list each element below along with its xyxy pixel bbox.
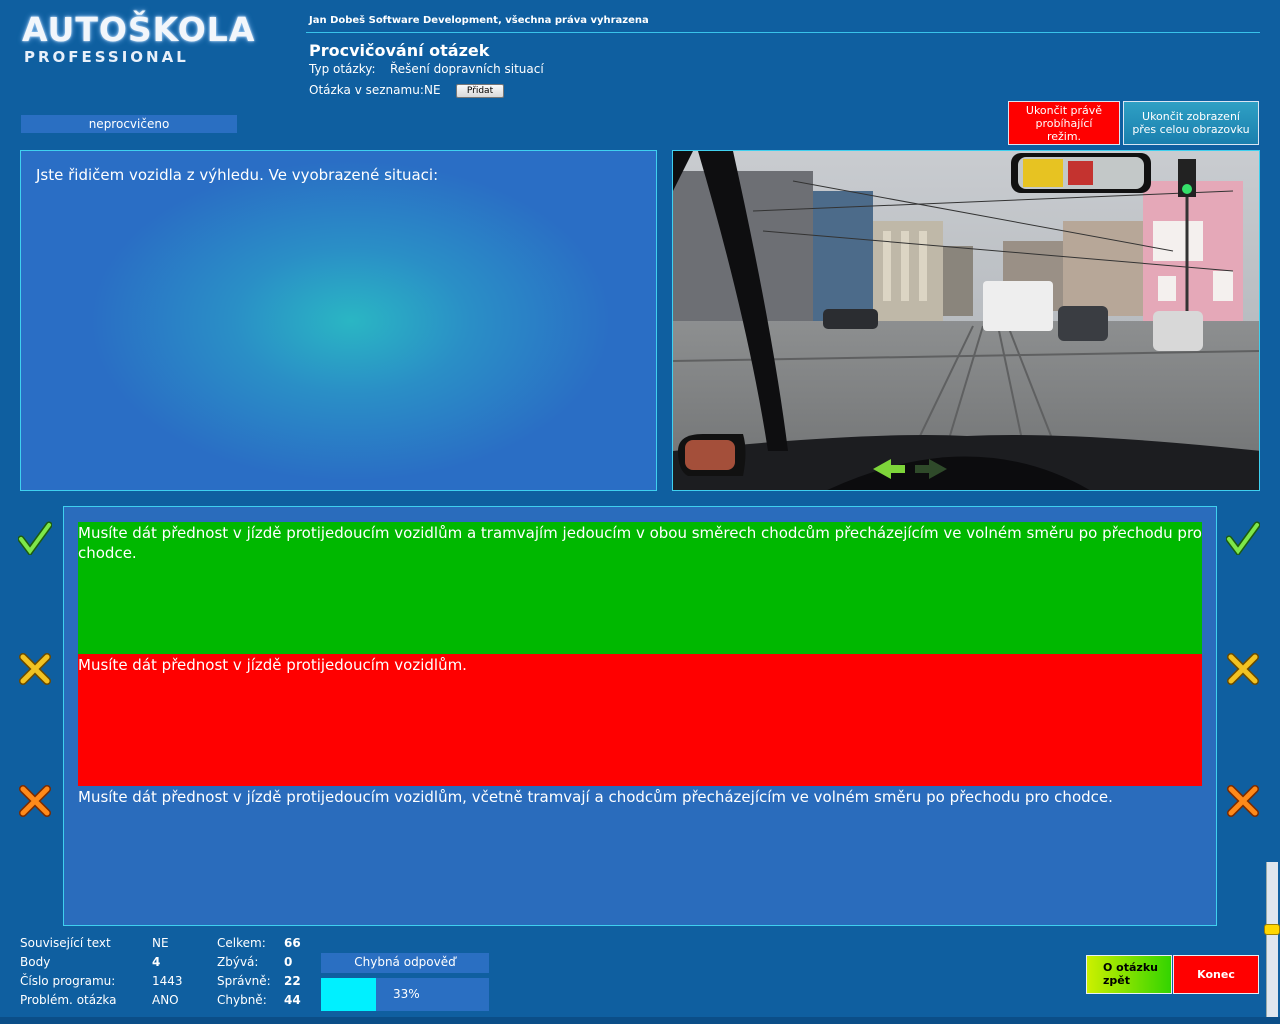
zoom-slider-track[interactable] <box>1266 862 1278 1024</box>
exit-fullscreen-label: Ukončit zobrazení přes celou obrazovku <box>1132 110 1250 136</box>
practice-status-badge: neprocvičeno <box>21 115 237 133</box>
header-divider <box>306 32 1260 33</box>
question-type-label: Typ otázky: <box>309 62 376 76</box>
answer-text: Musíte dát přednost v jízdě protijedoucí… <box>78 656 467 674</box>
total-value: 66 <box>284 936 301 950</box>
progress-fill <box>321 978 377 1011</box>
related-text-value: NE <box>152 936 169 950</box>
question-panel: Jste řidičem vozidla z výhledu. Ve vyobr… <box>20 150 657 491</box>
total-label: Celkem: <box>217 936 266 950</box>
street-scene-illustration <box>673 151 1259 490</box>
question-list-value: NE <box>424 83 441 97</box>
answer-text: Musíte dát přednost v jízdě protijedoucí… <box>78 524 1202 562</box>
check-icon <box>1226 521 1260 555</box>
correct-count-value: 22 <box>284 974 301 988</box>
situation-image <box>672 150 1260 491</box>
app-logo: AUTOŠKOLA <box>22 10 256 49</box>
end-button[interactable]: Konec <box>1173 955 1259 994</box>
bottom-strip <box>0 1017 1280 1024</box>
points-label: Body <box>20 955 51 969</box>
question-list-label: Otázka v seznamu: <box>309 83 424 97</box>
answer-text: Musíte dát přednost v jízdě protijedoucí… <box>78 788 1113 806</box>
answer-option-1[interactable]: Musíte dát přednost v jízdě protijedoucí… <box>78 522 1202 654</box>
add-to-list-button[interactable]: Přidat <box>456 84 504 98</box>
program-number-label: Číslo programu: <box>20 974 116 988</box>
points-value: 4 <box>152 955 161 969</box>
cross-orange-icon <box>1227 785 1259 817</box>
exit-fullscreen-button[interactable]: Ukončit zobrazení přes celou obrazovku <box>1123 101 1259 145</box>
page-title: Procvičování otázek <box>309 41 490 60</box>
cross-orange-icon <box>19 785 51 817</box>
question-text: Jste řidičem vozidla z výhledu. Ve vyobr… <box>36 166 439 184</box>
copyright-notice: Jan Dobeš Software Development, všechna … <box>309 15 649 26</box>
related-text-label: Související text <box>20 936 111 950</box>
zoom-slider-thumb[interactable] <box>1264 924 1280 935</box>
cross-yellow-icon <box>1227 653 1259 685</box>
previous-question-label: O otázku zpět <box>1103 961 1158 987</box>
answer-result-label: Chybná odpověď <box>321 953 489 973</box>
correct-count-label: Správně: <box>217 974 271 988</box>
question-type-value: Řešení dopravních situací <box>390 62 544 76</box>
answer-option-2[interactable]: Musíte dát přednost v jízdě protijedoucí… <box>78 654 1202 786</box>
answer-option-3[interactable]: Musíte dát přednost v jízdě protijedoucí… <box>78 786 1202 918</box>
wrong-count-label: Chybně: <box>217 993 267 1007</box>
check-icon <box>18 521 52 555</box>
remaining-value: 0 <box>284 955 293 969</box>
progress-text: 33% <box>393 987 420 1001</box>
success-progress-bar: 33% <box>321 978 489 1011</box>
remaining-label: Zbývá: <box>217 955 259 969</box>
end-mode-label: Ukončit právě probíhající režim. <box>1025 103 1103 143</box>
problem-question-value: ANO <box>152 993 179 1007</box>
problem-question-label: Problém. otázka <box>20 993 117 1007</box>
previous-question-button[interactable]: O otázku zpět <box>1086 955 1172 994</box>
program-number-value: 1443 <box>152 974 183 988</box>
app-logo-subtitle: PROFESSIONAL <box>24 48 189 66</box>
wrong-count-value: 44 <box>284 993 301 1007</box>
answers-panel: Musíte dát přednost v jízdě protijedoucí… <box>63 506 1217 926</box>
end-mode-button[interactable]: Ukončit právě probíhající režim. <box>1008 101 1120 145</box>
cross-yellow-icon <box>19 653 51 685</box>
